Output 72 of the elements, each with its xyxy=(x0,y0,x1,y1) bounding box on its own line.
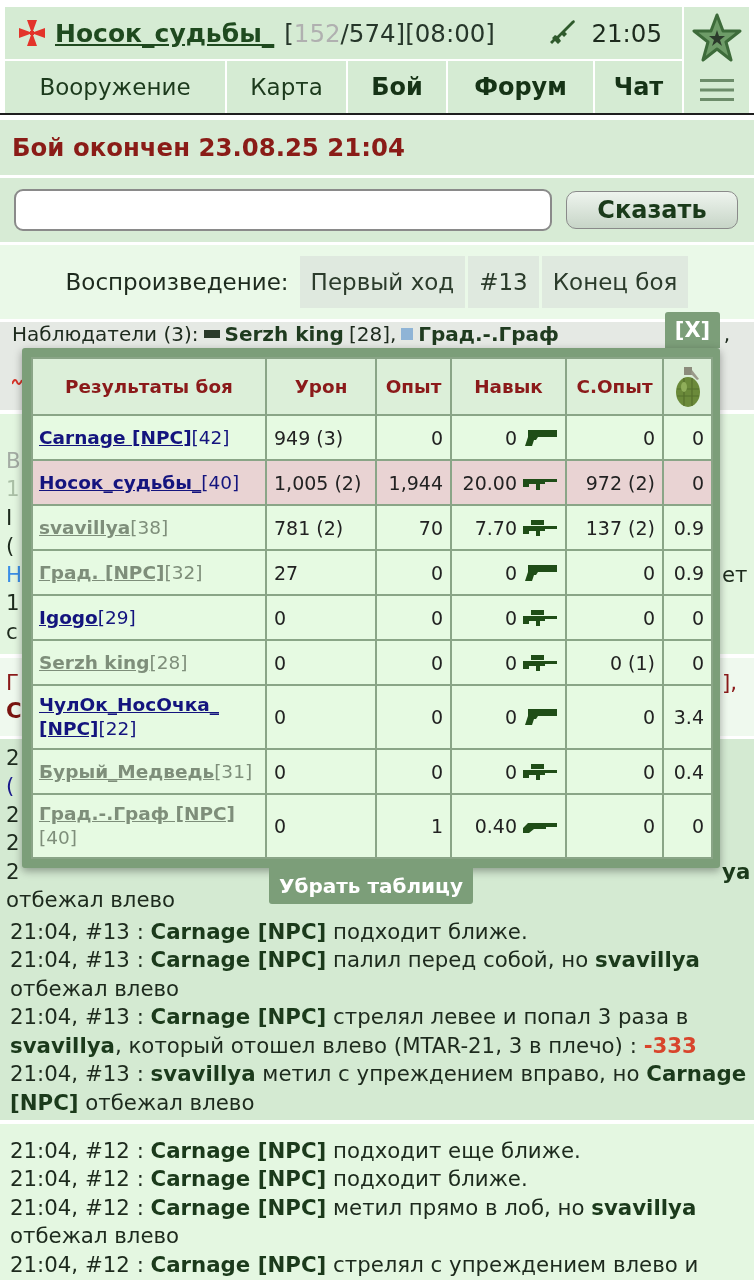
rifle-icon xyxy=(522,518,558,537)
observer-link[interactable]: Град.-.Граф xyxy=(418,322,559,346)
partial-text: ( xyxy=(6,533,15,559)
pistol-icon xyxy=(522,708,558,726)
partial-text: С xyxy=(6,698,22,724)
partial-text: Н xyxy=(6,561,22,587)
partial-text: , xyxy=(723,322,730,346)
menu-icon[interactable] xyxy=(699,79,734,101)
partial-text: I xyxy=(6,504,13,530)
nav-tab[interactable]: Бой xyxy=(348,61,446,113)
partial-text: 1 xyxy=(6,476,20,502)
partial-text: 2 xyxy=(6,858,20,884)
table-cell: 0 xyxy=(663,794,712,858)
log-entry: 21:04, #12 : Carnage [NPC] стрелял с упреждением влево и xyxy=(10,1250,700,1279)
partial-text: 2 xyxy=(6,830,20,856)
rifle-icon xyxy=(522,653,558,672)
observer-link[interactable]: Serzh king xyxy=(224,322,344,346)
partial-text: уа xyxy=(722,858,751,884)
partial-text: 2 xyxy=(6,801,20,827)
grenade-icon xyxy=(674,366,701,407)
log-entry: 21:04, #13 : Carnage [NPC] стрелял левее и попал 3 раза в svavillya, который отошел влево (MTAR-21, 3 в плечо) : -333 xyxy=(10,1003,698,1060)
log-entry: 21:04, #13 : Carnage [NPC] подходит ближе. xyxy=(10,917,529,946)
cross-icon xyxy=(19,20,45,46)
player-name-link[interactable]: Носок_судьбы_ xyxy=(55,18,275,48)
rifle-icon xyxy=(522,762,558,781)
partial-text: с xyxy=(6,618,18,644)
observer-rank: [28], xyxy=(348,322,397,346)
partial-text: ( xyxy=(6,773,15,799)
partial-text: В xyxy=(6,447,21,473)
log-entry: 21:04, #12 : Carnage [NPC] подходит ближе. xyxy=(10,1165,529,1193)
pistol-icon xyxy=(522,428,558,447)
nav-tab[interactable]: Вооружение xyxy=(5,61,225,113)
table-cell: 1 xyxy=(376,794,451,858)
playback-button[interactable]: Конец боя xyxy=(541,256,689,308)
nav-tab[interactable]: Чат xyxy=(595,61,682,113)
partial-text: отбежал влево xyxy=(6,887,176,913)
skill-value: 20.00 xyxy=(462,470,517,495)
message-input[interactable] xyxy=(14,189,552,231)
playback-button[interactable]: Первый ход xyxy=(299,256,466,308)
star-icon[interactable] xyxy=(691,13,742,63)
partial-text: ет xyxy=(722,561,748,587)
log-entry: 21:04, #13 : svavillya метил с упреждением вправо, но Carnage [NPC] отбежал влево xyxy=(10,1060,748,1117)
stats-text: [152/574][08:00] xyxy=(284,18,495,48)
skill-value: 7.70 xyxy=(474,515,517,540)
log-entry: 21:04, #12 : Carnage [NPC] подходит еще ближе. xyxy=(10,1136,582,1165)
partial-text: 2 xyxy=(6,744,20,770)
skill-value: 0 xyxy=(504,425,517,450)
table-cell: 0 xyxy=(266,794,376,858)
partial-text: 1 xyxy=(6,590,20,616)
column-header: Результаты боя xyxy=(32,358,266,415)
skill-value: 0 xyxy=(504,759,517,784)
clock-time: 21:05 xyxy=(591,18,662,48)
skill-value: 0 xyxy=(504,605,517,630)
skill-value: 0 xyxy=(504,705,517,729)
squiggle-icon xyxy=(12,378,22,386)
nav-tab[interactable]: Форум xyxy=(448,61,593,113)
emblem-icon xyxy=(203,330,220,338)
playback-label: Воспроизведение: xyxy=(65,269,289,295)
partial-text: ], xyxy=(722,669,738,695)
partial-text: Г xyxy=(6,669,19,695)
skill-value: 0.40 xyxy=(474,814,517,838)
playback-button[interactable]: #13 xyxy=(468,256,539,308)
skill-value: 0 xyxy=(504,560,517,585)
observers-label: Наблюдатели (3): xyxy=(12,322,199,346)
pistol-icon xyxy=(522,563,558,582)
emblem-icon xyxy=(401,328,414,340)
table-cell: 0 xyxy=(566,794,663,858)
battle-status-title: Бой окончен 23.08.25 21:04 xyxy=(12,133,405,162)
say-button[interactable]: Сказать xyxy=(566,191,738,229)
nav-tab[interactable]: Карта xyxy=(227,61,346,113)
skill-value: 0 xyxy=(504,650,517,675)
rifle-icon xyxy=(522,608,558,627)
